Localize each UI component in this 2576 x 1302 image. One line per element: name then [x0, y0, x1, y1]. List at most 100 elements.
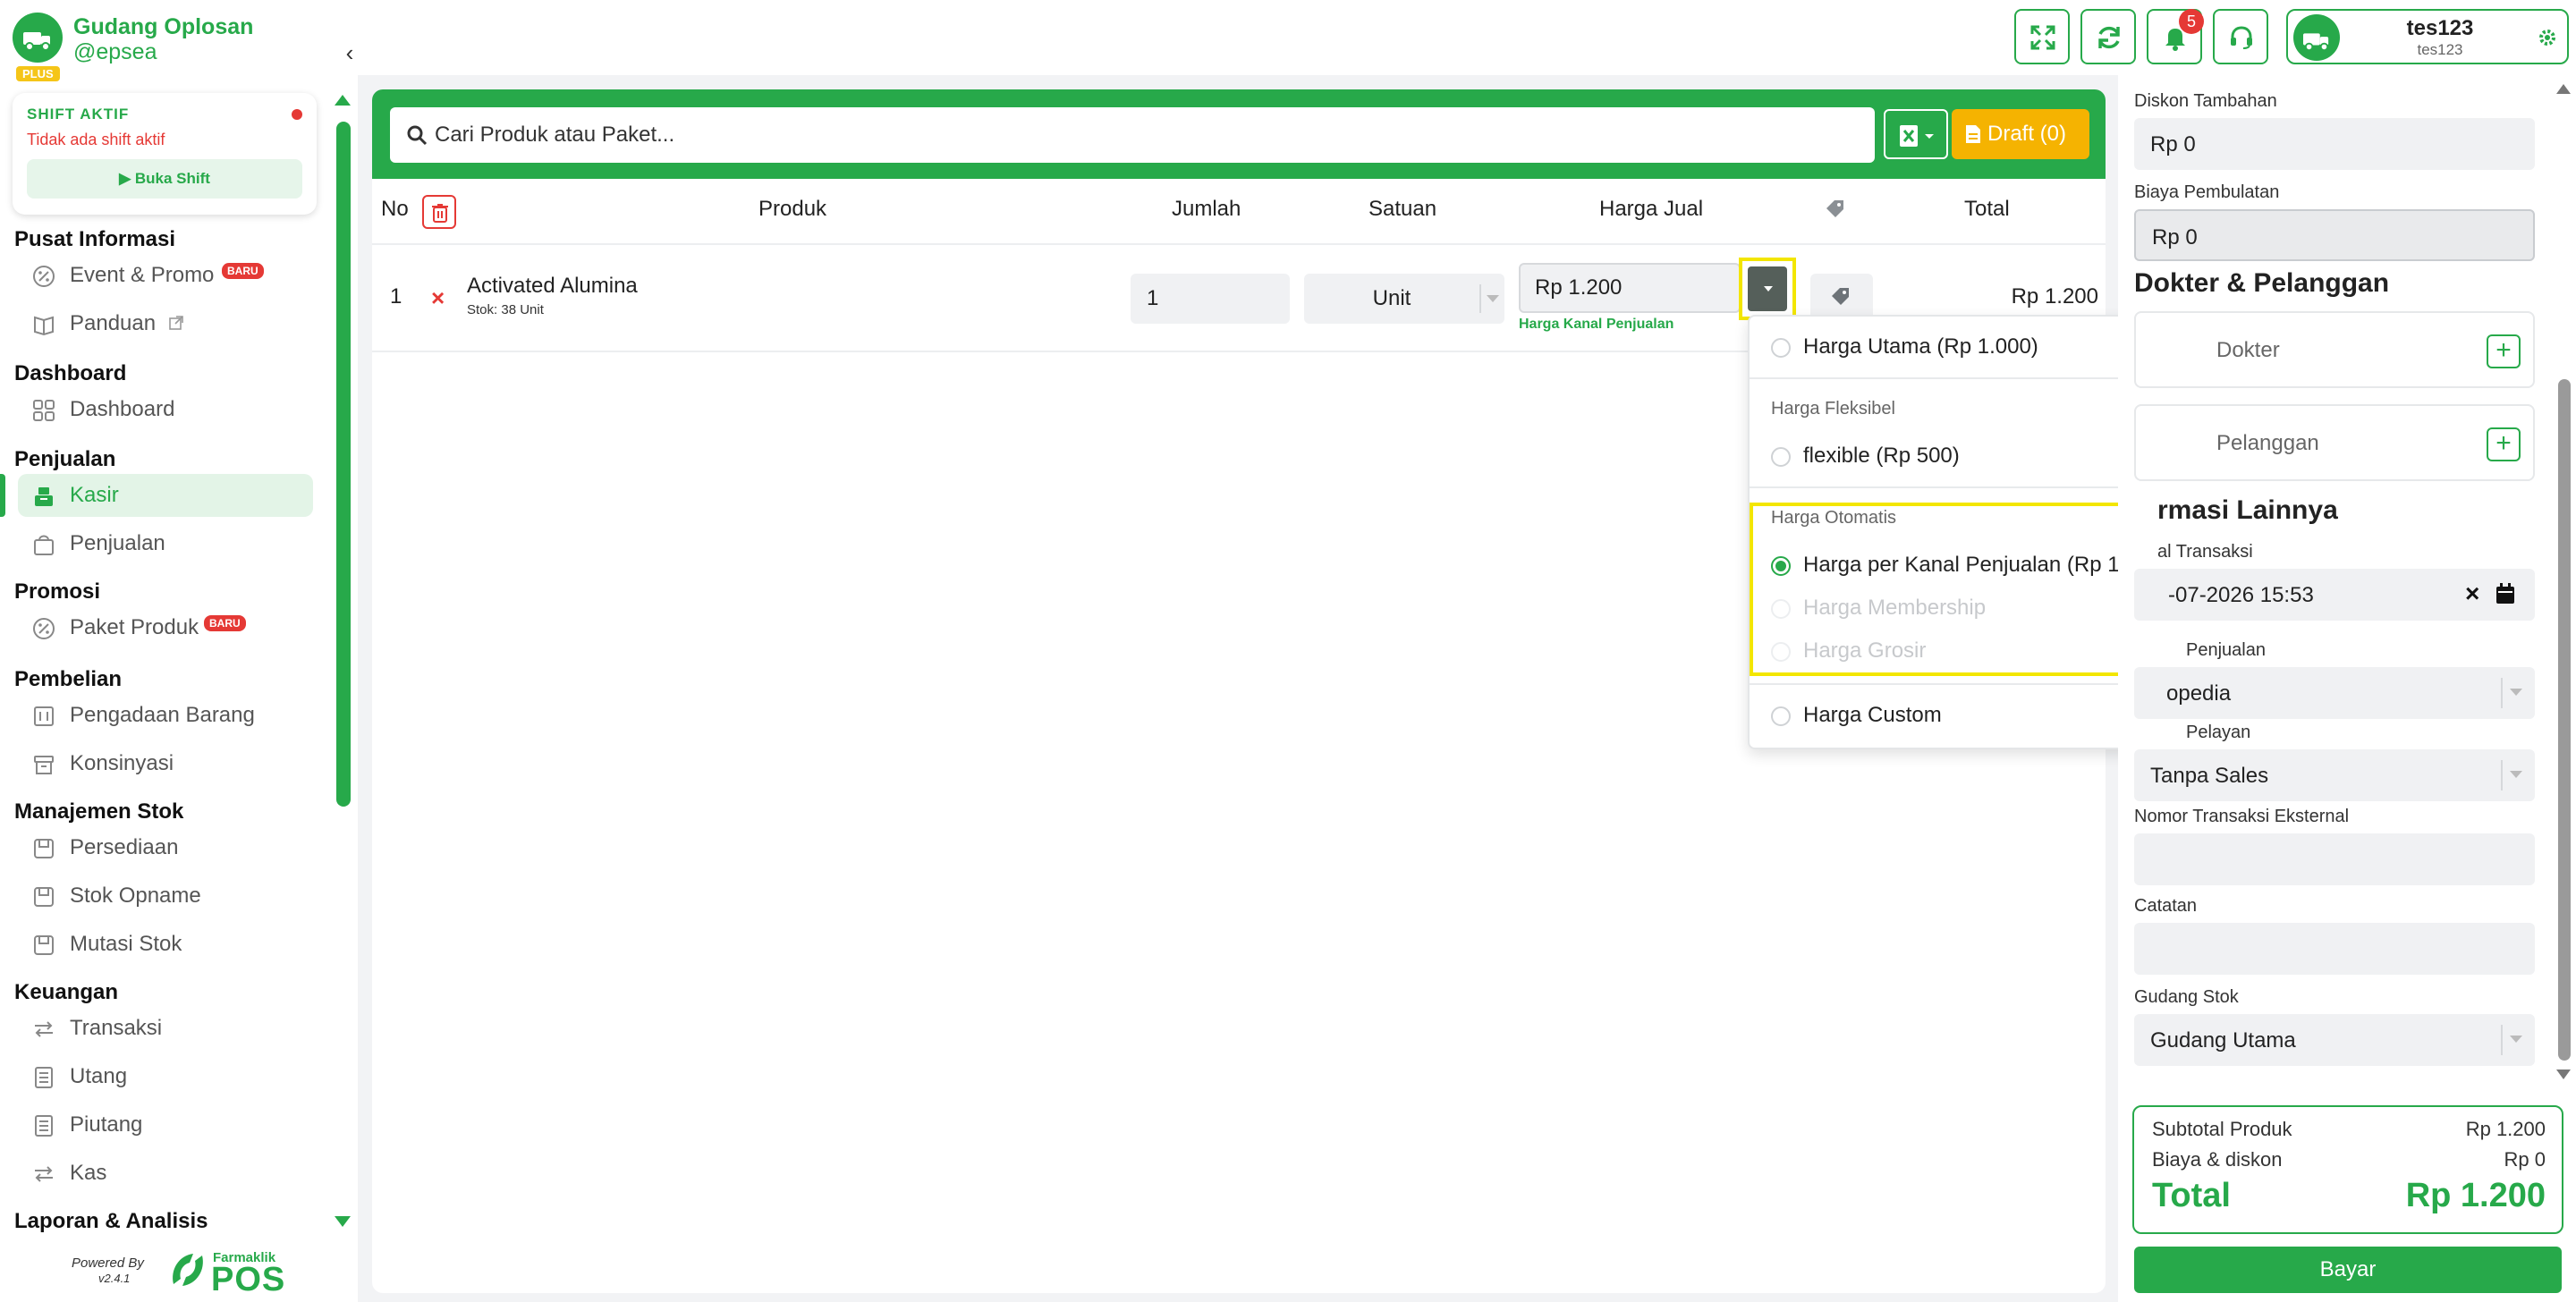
group-flexible: Harga Fleksibel [1771, 399, 1895, 418]
sidebar-item-dashboard[interactable]: Dashboard [18, 388, 313, 431]
sidebar-item-konsinyasi[interactable]: Konsinyasi [18, 742, 313, 785]
trash-icon [432, 204, 448, 223]
bag-icon [34, 535, 54, 555]
sidebar-item-event-promo[interactable]: Event & Promo BARU [18, 254, 313, 297]
sidebar-item-mutasi-stok[interactable]: Mutasi Stok [18, 923, 313, 966]
search-input[interactable]: Cari Produk atau Paket... [390, 107, 1875, 163]
chevron-down-icon [1487, 295, 1499, 302]
subtotal-value: Rp 1.200 [2465, 1118, 2546, 1140]
sidebar-item-persediaan[interactable]: Persediaan [18, 826, 313, 869]
sidebar-item-transaksi[interactable]: Transaksi [18, 1007, 313, 1050]
sidebar-item-label: Kas [70, 1161, 107, 1185]
user-name: tes123 [2406, 16, 2474, 40]
fee-row: Biaya & diskon Rp 0 [2152, 1148, 2546, 1171]
sidebar-item-label: Stok Opname [70, 884, 201, 908]
sidebar-item-stok-opname[interactable]: Stok Opname [18, 875, 313, 917]
box-icon [34, 756, 54, 774]
document-icon [1966, 125, 1980, 143]
total-label: Total [2152, 1177, 2231, 1214]
shift-status: Tidak ada shift aktif [27, 131, 165, 148]
cashier-icon [35, 487, 53, 506]
remove-item-icon[interactable]: × [431, 284, 445, 312]
notes-input[interactable] [2134, 923, 2535, 975]
subtotal-row: Subtotal Produk Rp 1.200 [2152, 1118, 2546, 1141]
excel-icon [1900, 125, 1934, 147]
store-name: Gudang Oplosan [73, 14, 254, 39]
sales-channel-select[interactable]: opedia [2134, 667, 2535, 719]
panel-scroll-up[interactable] [2556, 84, 2571, 94]
header-divider [372, 243, 2106, 245]
col-qty: Jumlah [1172, 197, 1241, 221]
customer-card[interactable]: Pelanggan + [2134, 404, 2535, 481]
doctor-card[interactable]: Dokter + [2134, 311, 2535, 388]
sidebar-item-kasir[interactable]: Kasir [0, 474, 313, 517]
product-stock: Stok: 38 Unit [467, 302, 544, 317]
sidebar-item-piutang[interactable]: Piutang [18, 1103, 313, 1146]
support-button[interactable] [2213, 9, 2268, 64]
add-doctor-button[interactable]: + [2487, 334, 2521, 368]
rounding-input[interactable]: Rp 0 [2134, 209, 2535, 261]
add-customer-button[interactable]: + [2487, 427, 2521, 461]
sidebar-item-label: Transaksi [70, 1016, 163, 1040]
dropdown-toggle [1748, 266, 1787, 311]
excel-import-button[interactable] [1884, 109, 1948, 159]
sidebar-item-kas[interactable]: Kas [18, 1152, 313, 1195]
sidebar-item-label: Paket Produk [70, 615, 199, 639]
grid-icon [33, 400, 55, 421]
extra-discount-input[interactable]: Rp 0 [2134, 118, 2535, 170]
gear-icon[interactable] [2537, 27, 2558, 48]
rounding-label: Biaya Pembulatan [2134, 182, 2280, 202]
row-total: Rp 1.200 [2011, 284, 2098, 309]
sidebar-item-pengadaan-barang[interactable]: Pengadaan Barang [18, 694, 313, 737]
open-shift-button[interactable]: ▶ Buka Shift [27, 159, 302, 199]
sidebar-item-label: Penjualan [70, 531, 165, 555]
quantity-input[interactable]: 1 [1131, 274, 1290, 324]
panel-scroll-down[interactable] [2556, 1070, 2571, 1079]
menu-group-manajemen-stok: Manajemen Stok [14, 799, 184, 824]
discount-tag-button[interactable] [1810, 274, 1873, 320]
price-type-dropdown-button[interactable] [1739, 258, 1796, 320]
sidebar-scroll-up[interactable] [335, 95, 351, 106]
pay-button[interactable]: Bayar [2134, 1247, 2562, 1293]
clear-cart-button[interactable] [422, 195, 456, 229]
brand-header: PLUS Gudang Oplosan @epsea ‹ [13, 13, 353, 84]
sidebar-item-label: Kasir [70, 483, 119, 507]
inventory-icon [34, 935, 54, 955]
warehouse-label: Gudang Stok [2134, 987, 2239, 1007]
sidebar-item-paket-produk[interactable]: Paket Produk BARU [18, 606, 313, 649]
sidebar-item-panduan[interactable]: Panduan [18, 302, 313, 345]
draft-button[interactable]: Draft (0) [1952, 109, 2089, 159]
transaction-date-input[interactable]: -07-2026 15:53 × [2134, 569, 2535, 621]
clear-date-icon[interactable]: × [2465, 579, 2479, 608]
other-info-section-title: rmasi Lainnya [2157, 495, 2338, 525]
notification-count-badge: 5 [2179, 9, 2204, 34]
fullscreen-button[interactable] [2014, 9, 2070, 64]
chevron-down-icon [2510, 1036, 2522, 1043]
tag-icon [1832, 288, 1849, 305]
refresh-button[interactable] [2080, 9, 2136, 64]
sidebar-scrollbar[interactable] [336, 122, 351, 807]
panel-scrollbar[interactable] [2558, 379, 2571, 1061]
price-input[interactable]: Rp 1.200 [1519, 263, 1741, 313]
guide-icon [34, 316, 54, 336]
calendar-icon[interactable] [2496, 583, 2515, 604]
col-no: No [381, 197, 409, 221]
new-badge: BARU [222, 263, 264, 279]
sidebar-item-label: Event & Promo [70, 263, 215, 287]
server-select[interactable]: Tanpa Sales [2134, 749, 2535, 801]
select-divider [1479, 284, 1481, 313]
fee-value: Rp 0 [2504, 1148, 2546, 1171]
menu-group-penjualan: Penjualan [14, 447, 116, 471]
price-value: Rp 1.200 [1535, 275, 1623, 300]
user-menu[interactable]: tes123 tes123 [2286, 9, 2569, 64]
sidebar-scroll-down[interactable] [335, 1216, 351, 1227]
order-summary: Subtotal Produk Rp 1.200 Biaya & diskon … [2132, 1105, 2563, 1234]
inventory-icon [34, 839, 54, 858]
sales-channel-label: Penjualan [2186, 640, 2266, 660]
external-number-input[interactable] [2134, 833, 2535, 885]
headset-icon [2231, 26, 2252, 49]
sidebar-item-penjualan[interactable]: Penjualan [18, 522, 313, 565]
warehouse-select[interactable]: Gudang Utama [2134, 1014, 2535, 1066]
unit-select[interactable]: Unit [1304, 274, 1504, 324]
sidebar-item-utang[interactable]: Utang [18, 1055, 313, 1098]
